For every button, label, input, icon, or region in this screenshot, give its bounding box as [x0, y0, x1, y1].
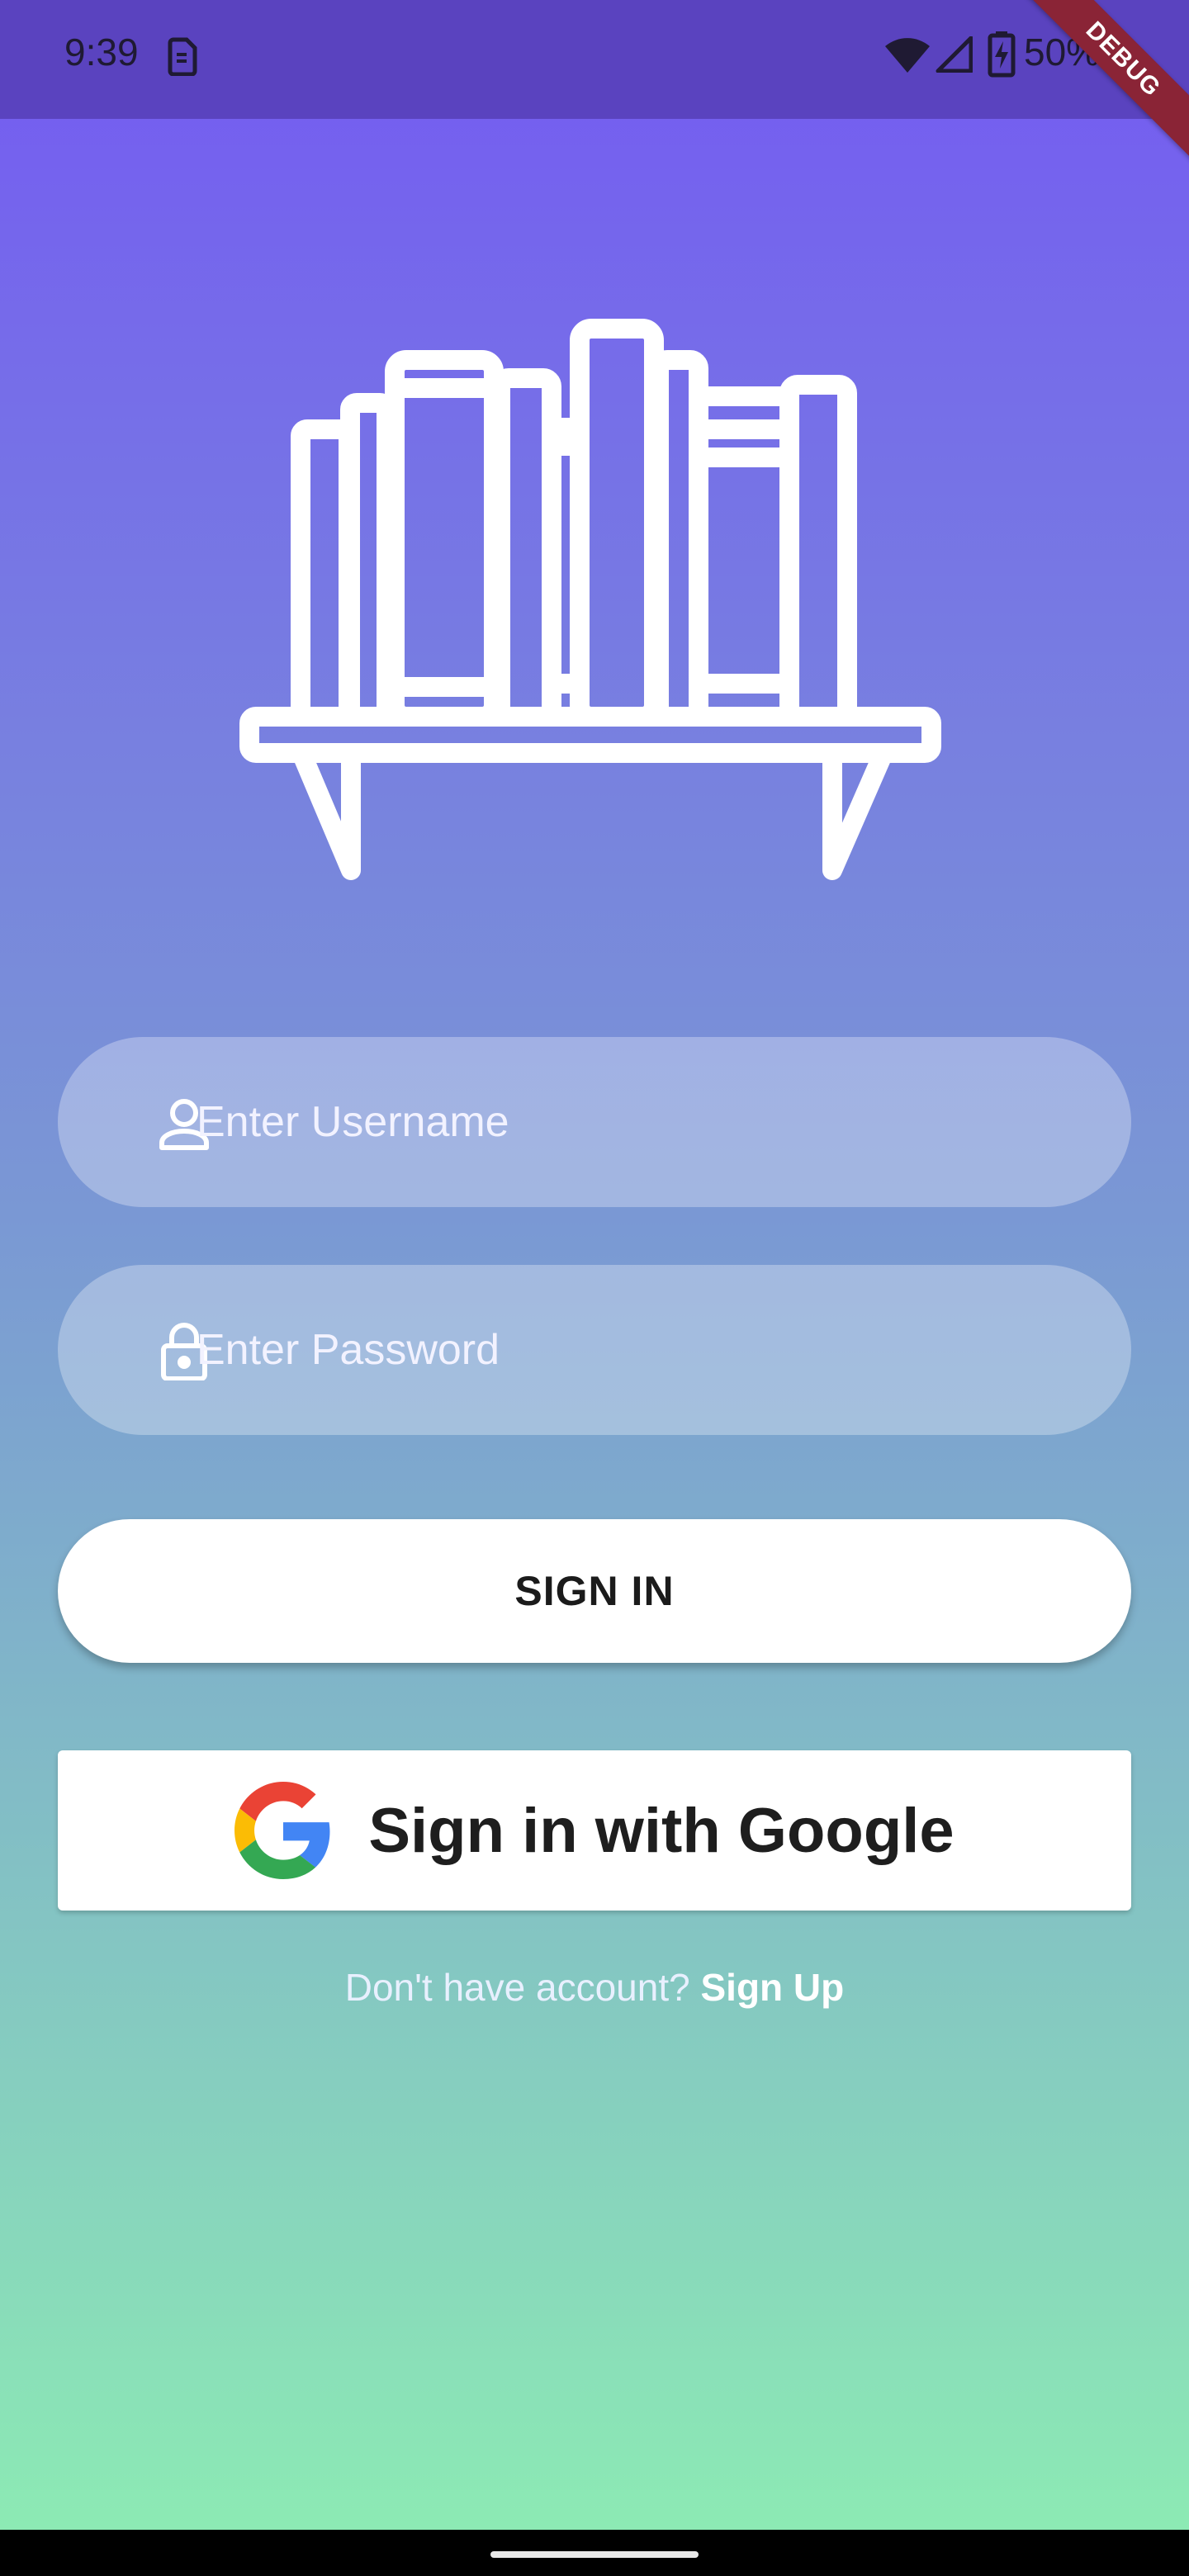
sim-card-icon — [165, 36, 198, 80]
navigation-bar — [0, 2530, 1189, 2576]
password-input[interactable] — [197, 1265, 1088, 1435]
home-gesture-handle[interactable] — [490, 2551, 699, 2558]
google-sign-in-label: Sign in with Google — [368, 1795, 955, 1866]
status-bar: 9:39 50% — [0, 0, 1189, 119]
signup-prompt-text: Don't have account? — [344, 1966, 701, 2009]
bookshelf-icon — [239, 314, 950, 892]
google-sign-in-button[interactable]: Sign in with Google — [58, 1750, 1131, 1911]
google-g-icon — [234, 1782, 332, 1879]
sign-in-button[interactable]: SIGN IN — [58, 1519, 1131, 1663]
sign-up-link[interactable]: Sign Up — [700, 1966, 844, 2009]
username-field[interactable] — [58, 1037, 1131, 1207]
password-field[interactable] — [58, 1265, 1131, 1435]
signal-icon — [935, 36, 973, 77]
login-screen: 9:39 50% DEBUG Enter Username SIGN IN Si… — [0, 0, 1189, 2530]
username-input[interactable] — [197, 1037, 1088, 1207]
wifi-icon — [883, 35, 931, 78]
battery-charging-icon — [988, 31, 1016, 82]
signup-prompt-row: Don't have account? Sign Up — [0, 1965, 1189, 2010]
status-time: 9:39 — [64, 31, 139, 73]
